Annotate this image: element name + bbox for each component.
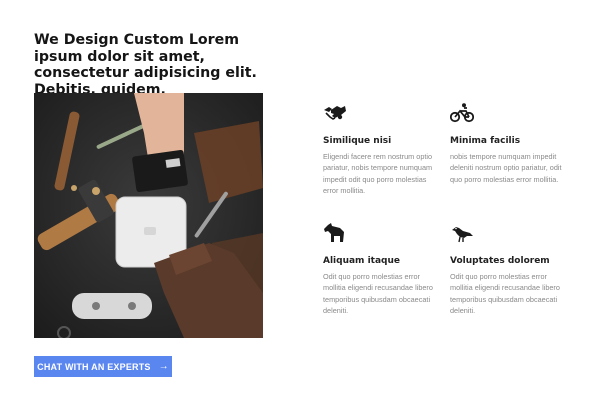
hero-photo-card-payment (34, 93, 263, 338)
feature-description: Eligendi facere rem nostrum optio pariat… (323, 152, 433, 196)
cta-label: CHAT WITH AN EXPERTS (37, 361, 151, 372)
chat-with-experts-button[interactable]: CHAT WITH AN EXPERTS → (34, 356, 172, 377)
feature-description: nobis tempore numquam impedit deleniti n… (450, 152, 562, 184)
bicycle-icon (450, 103, 474, 123)
feature-item: Minima facilis nobis tempore numquam imp… (450, 102, 570, 185)
bird-icon (452, 227, 473, 243)
handshake-icon (324, 106, 346, 120)
page-headline: We Design Custom Lorem ipsum dolor sit a… (34, 32, 257, 98)
horse-icon (324, 223, 344, 242)
feature-item: Voluptates dolorem Odit quo porro molest… (450, 222, 570, 317)
feature-item: Aliquam itaque Odit quo porro molestias … (323, 222, 443, 317)
feature-title: Voluptates dolorem (450, 256, 550, 266)
feature-title: Similique nisi (323, 136, 392, 146)
feature-description: Odit quo porro molestias error mollitia … (450, 272, 560, 316)
arrow-right-icon: → (158, 360, 169, 372)
feature-item: Similique nisi Eligendi facere rem nostr… (323, 102, 443, 197)
feature-title: Minima facilis (450, 136, 521, 146)
feature-description: Odit quo porro molestias error mollitia … (323, 272, 433, 316)
feature-title: Aliquam itaque (323, 256, 400, 266)
